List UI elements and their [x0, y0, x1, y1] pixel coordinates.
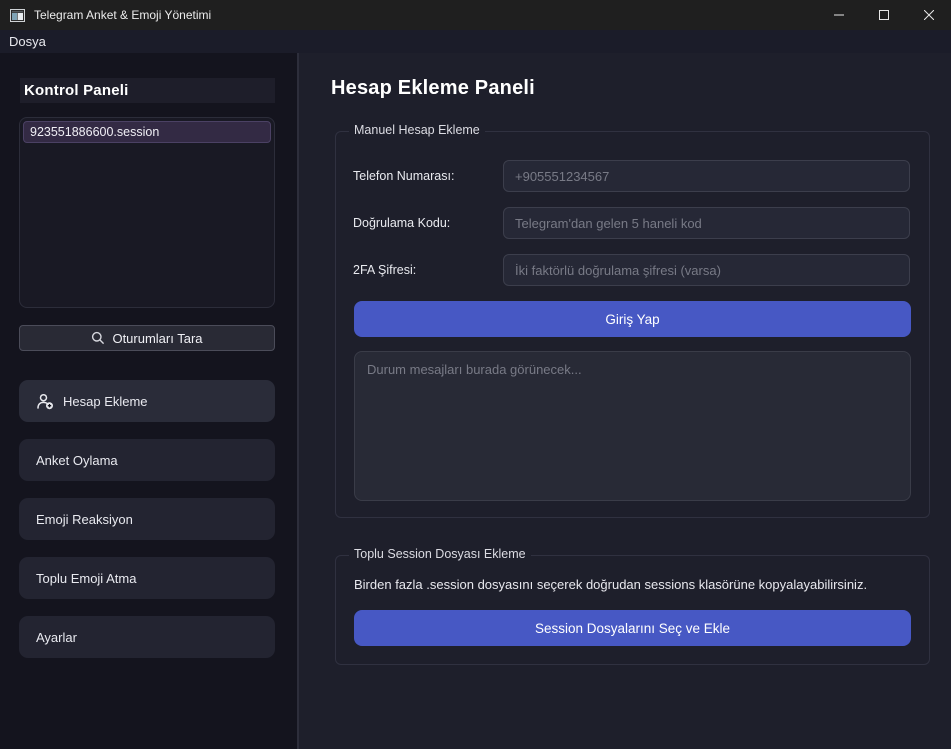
sidebar-item-label: Hesap Ekleme [63, 394, 148, 409]
sidebar-item-label: Anket Oylama [36, 453, 118, 468]
phone-label: Telefon Numarası: [353, 160, 454, 192]
sidebar-item-label: Toplu Emoji Atma [36, 571, 136, 586]
sidebar-item-emoji-reaksiyon[interactable]: Emoji Reaksiyon [19, 498, 275, 540]
person-add-icon [36, 393, 55, 410]
menu-item-dosya[interactable]: Dosya [0, 30, 55, 53]
login-button-label: Giriş Yap [605, 312, 659, 327]
bulk-info-text: Birden fazla .session dosyasını seçerek … [354, 577, 867, 592]
window-title: Telegram Anket & Emoji Yönetimi [34, 8, 211, 22]
main-panel: Hesap Ekleme Paneli Manuel Hesap Ekleme … [299, 53, 951, 749]
verification-code-input[interactable] [503, 207, 910, 239]
sidebar-item-anket-oylama[interactable]: Anket Oylama [19, 439, 275, 481]
phone-input[interactable] [503, 160, 910, 192]
title-bar: Telegram Anket & Emoji Yönetimi [0, 0, 951, 30]
twofa-row: 2FA Şifresi: [336, 254, 929, 286]
code-label: Doğrulama Kodu: [353, 207, 450, 239]
sidebar-item-label: Ayarlar [36, 630, 77, 645]
session-list[interactable]: 923551886600.session [19, 117, 275, 308]
select-session-files-button[interactable]: Session Dosyalarını Seç ve Ekle [354, 610, 911, 646]
bulk-group-legend: Toplu Session Dosyası Ekleme [349, 547, 531, 561]
scan-sessions-label: Oturumları Tara [112, 331, 202, 346]
manual-account-group: Manuel Hesap Ekleme Telefon Numarası: Do… [335, 131, 930, 518]
minimize-button[interactable] [816, 0, 861, 30]
page-title: Hesap Ekleme Paneli [331, 77, 535, 100]
maximize-button[interactable] [861, 0, 906, 30]
sidebar-header: Kontrol Paneli [20, 78, 275, 103]
phone-row: Telefon Numarası: [336, 160, 929, 192]
twofa-label: 2FA Şifresi: [353, 254, 416, 286]
twofa-password-input[interactable] [503, 254, 910, 286]
minimize-icon [834, 10, 844, 20]
status-messages-area[interactable] [354, 351, 911, 501]
sidebar-item-toplu-emoji-atma[interactable]: Toplu Emoji Atma [19, 557, 275, 599]
code-row: Doğrulama Kodu: [336, 207, 929, 239]
menu-bar: Dosya [0, 30, 951, 53]
manual-group-legend: Manuel Hesap Ekleme [349, 123, 485, 137]
login-button[interactable]: Giriş Yap [354, 301, 911, 337]
select-session-files-label: Session Dosyalarını Seç ve Ekle [535, 621, 730, 636]
window-controls [816, 0, 951, 30]
search-icon [91, 331, 105, 345]
close-icon [924, 10, 934, 20]
scan-sessions-button[interactable]: Oturumları Tara [19, 325, 275, 351]
close-button[interactable] [906, 0, 951, 30]
sidebar-item-label: Emoji Reaksiyon [36, 512, 133, 527]
sidebar-item-hesap-ekleme[interactable]: Hesap Ekleme [19, 380, 275, 422]
app-icon [10, 9, 25, 22]
maximize-icon [879, 10, 889, 20]
sidebar-item-ayarlar[interactable]: Ayarlar [19, 616, 275, 658]
bulk-session-group: Toplu Session Dosyası Ekleme Birden fazl… [335, 555, 930, 665]
sidebar: Kontrol Paneli 923551886600.session Otur… [0, 53, 299, 749]
session-list-item[interactable]: 923551886600.session [23, 121, 271, 143]
